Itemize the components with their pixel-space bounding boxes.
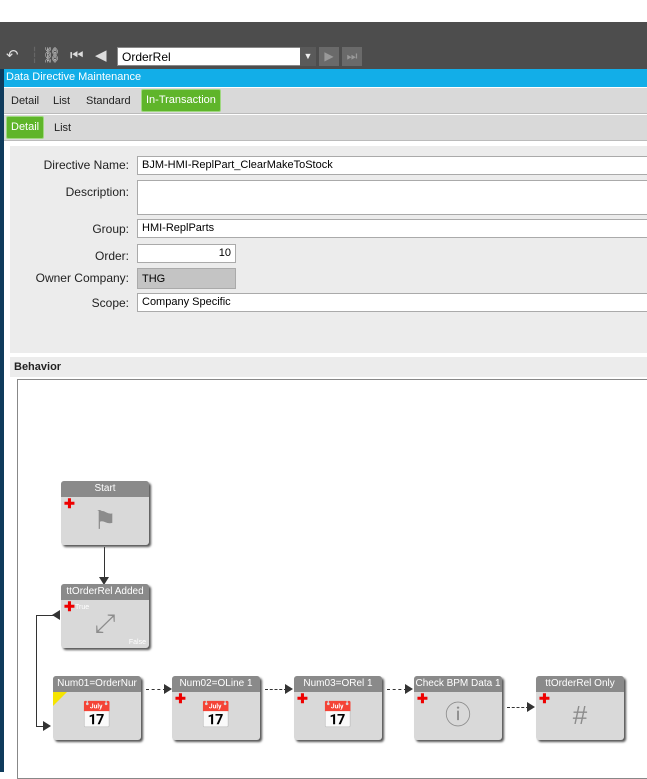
directive-name-field[interactable]: BJM-HMI-ReplPart_ClearMakeToStock bbox=[137, 156, 647, 175]
arrow-icon bbox=[43, 721, 51, 731]
calendar-icon: 📅 bbox=[199, 700, 233, 730]
separator: ┆ bbox=[30, 47, 40, 64]
node-message[interactable]: Check BPM Data 1 ✚ ⓘ bbox=[414, 676, 502, 740]
connector bbox=[387, 689, 407, 690]
owner-company-label: Owner Company: bbox=[35, 271, 129, 285]
behavior-label: Behavior bbox=[14, 361, 62, 373]
connector bbox=[265, 689, 287, 690]
directive-name-label: Directive Name: bbox=[43, 158, 129, 172]
description-field[interactable] bbox=[137, 180, 647, 215]
node-title: Num02=OLine 1 bbox=[172, 676, 260, 692]
calendar-icon: 📅 bbox=[321, 700, 355, 730]
behavior-header bbox=[10, 357, 647, 377]
subtab-list[interactable]: List bbox=[51, 119, 74, 137]
window-title: Data Directive Maintenance bbox=[4, 69, 647, 87]
node-condition-number[interactable]: ttOrderRel Only ✚ # bbox=[536, 676, 624, 740]
previous-record-icon[interactable]: ◀ bbox=[95, 46, 107, 66]
next-record-icon[interactable]: ▶ bbox=[319, 47, 339, 66]
connector bbox=[104, 547, 105, 579]
node-start[interactable]: Start ✚ ⚑ bbox=[61, 481, 149, 545]
node-title: ttOrderRel Only bbox=[536, 676, 624, 692]
node-set-field[interactable]: Num02=OLine 1 ✚ 📅 bbox=[172, 676, 260, 740]
condition-icon: ⤢ bbox=[94, 608, 116, 638]
connector bbox=[146, 689, 166, 690]
sub-tabs: Detail List bbox=[4, 115, 647, 141]
node-title: Start bbox=[61, 481, 149, 497]
node-title: Num03=ORel 1 bbox=[294, 676, 382, 692]
group-label: Group: bbox=[92, 222, 129, 236]
undo-icon[interactable]: ↶ bbox=[6, 46, 19, 66]
node-title: Check BPM Data 1 bbox=[414, 676, 502, 692]
subtab-detail[interactable]: Detail bbox=[6, 116, 45, 139]
main-tabs: Detail List Standard In-Transaction bbox=[4, 88, 647, 114]
node-condition[interactable]: ttOrderRel Added ✚ True False ⤢ bbox=[61, 584, 149, 648]
first-record-icon[interactable]: ⏮ bbox=[70, 46, 84, 66]
connector bbox=[36, 615, 37, 726]
tab-in-transaction[interactable]: In-Transaction bbox=[141, 89, 221, 112]
arrow-icon bbox=[52, 610, 60, 620]
scope-field[interactable]: Company Specific bbox=[137, 293, 647, 312]
order-field[interactable]: 10 bbox=[137, 244, 236, 263]
group-field[interactable]: HMI-ReplParts bbox=[137, 219, 647, 238]
node-title: Num01=OrderNur bbox=[53, 676, 141, 692]
owner-company-field: THG bbox=[137, 268, 236, 289]
binoculars-icon[interactable]: ⛓ bbox=[42, 46, 61, 66]
last-record-icon[interactable]: ⏭ bbox=[342, 47, 362, 66]
arrow-icon bbox=[405, 684, 413, 694]
tab-detail[interactable]: Detail bbox=[8, 92, 42, 110]
false-label: False bbox=[128, 639, 146, 646]
arrow-icon bbox=[527, 702, 535, 712]
node-set-field[interactable]: Num01=OrderNur 📅 bbox=[53, 676, 141, 740]
flag-icon: ⚑ bbox=[93, 505, 117, 535]
top-area bbox=[0, 0, 647, 22]
arrow-icon bbox=[164, 684, 172, 694]
node-title: ttOrderRel Added bbox=[61, 584, 149, 600]
calendar-icon: 📅 bbox=[80, 700, 114, 730]
info-icon: ⓘ bbox=[444, 700, 471, 730]
order-label: Order: bbox=[94, 249, 129, 263]
node-set-field[interactable]: Num03=ORel 1 ✚ 📅 bbox=[294, 676, 382, 740]
dropdown-icon[interactable]: ▼ bbox=[300, 47, 316, 66]
arrow-icon bbox=[285, 684, 293, 694]
tab-standard[interactable]: Standard bbox=[83, 92, 134, 110]
connector bbox=[507, 707, 529, 708]
left-border bbox=[0, 69, 4, 772]
table-combo[interactable]: OrderRel bbox=[117, 47, 301, 66]
scope-label: Scope: bbox=[91, 296, 129, 310]
description-label: Description: bbox=[65, 185, 129, 199]
hash-document-icon: # bbox=[572, 700, 588, 730]
tab-list[interactable]: List bbox=[50, 92, 73, 110]
